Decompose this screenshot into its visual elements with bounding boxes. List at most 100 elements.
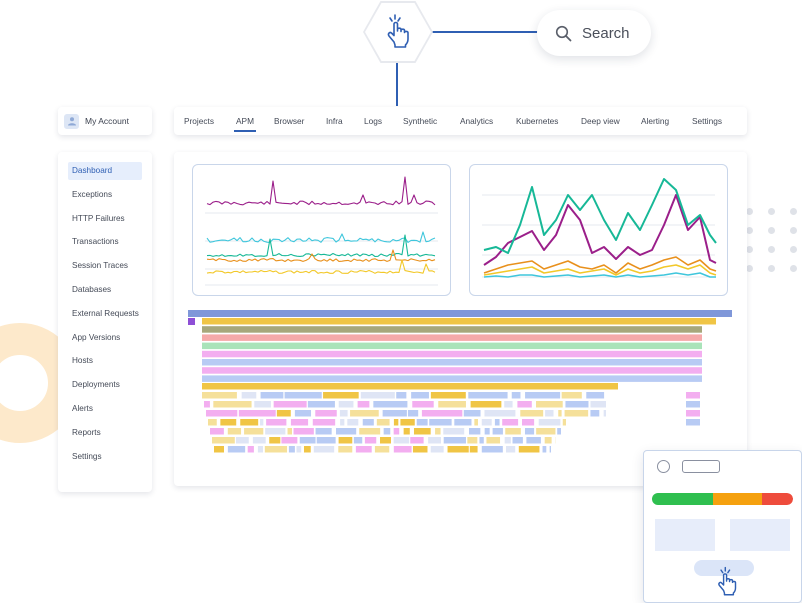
flame-frame[interactable]: [287, 428, 292, 435]
flame-frame[interactable]: [525, 392, 561, 399]
tab-deep-view[interactable]: Deep view: [581, 116, 620, 126]
flame-frame[interactable]: [316, 437, 336, 444]
flame-frame[interactable]: [260, 392, 284, 399]
flame-frame[interactable]: [536, 401, 563, 408]
flame-frame[interactable]: [353, 437, 363, 444]
flame-frame[interactable]: [474, 419, 478, 426]
flame-frame[interactable]: [429, 419, 452, 426]
tab-alerting[interactable]: Alerting: [641, 116, 669, 126]
flame-frame[interactable]: [238, 410, 276, 417]
sidebar-item-external-requests[interactable]: External Requests: [68, 305, 142, 323]
flame-frame[interactable]: [410, 437, 424, 444]
sidebar-item-dashboard[interactable]: Dashboard: [68, 162, 142, 180]
flame-frame[interactable]: [479, 437, 484, 444]
flame-frame[interactable]: [518, 446, 540, 453]
flame-frame[interactable]: [511, 392, 521, 399]
flame-frame[interactable]: [204, 401, 210, 408]
tab-settings[interactable]: Settings: [692, 116, 722, 126]
flame-frame[interactable]: [202, 326, 702, 333]
flame-frame[interactable]: [504, 437, 511, 444]
flame-frame[interactable]: [603, 410, 606, 417]
flame-frame[interactable]: [355, 446, 372, 453]
account-button[interactable]: My Account: [58, 107, 152, 135]
flame-frame[interactable]: [380, 437, 391, 444]
flame-frame[interactable]: [359, 428, 381, 435]
flame-frame[interactable]: [469, 446, 478, 453]
flame-frame[interactable]: [484, 428, 490, 435]
flame-frame[interactable]: [562, 419, 566, 426]
sidebar-item-databases[interactable]: Databases: [68, 281, 142, 299]
flame-frame[interactable]: [544, 437, 552, 444]
flame-frame[interactable]: [284, 392, 322, 399]
flame-frame[interactable]: [396, 392, 407, 399]
flame-frame[interactable]: [481, 419, 492, 426]
flame-frame[interactable]: [443, 437, 466, 444]
flame-frame[interactable]: [393, 437, 410, 444]
tab-browser[interactable]: Browser: [274, 116, 304, 126]
flame-frame[interactable]: [202, 318, 716, 325]
flame-frame[interactable]: [383, 428, 391, 435]
flame-frame[interactable]: [288, 446, 295, 453]
flame-frame[interactable]: [214, 446, 224, 453]
flame-frame[interactable]: [536, 428, 556, 435]
flame-frame[interactable]: [240, 419, 259, 426]
flame-frame[interactable]: [505, 446, 516, 453]
flame-frame[interactable]: [362, 419, 374, 426]
flame-frame[interactable]: [338, 437, 353, 444]
flame-frame[interactable]: [290, 419, 309, 426]
flame-frame[interactable]: [468, 392, 508, 399]
tab-logs[interactable]: Logs: [364, 116, 382, 126]
flame-frame[interactable]: [315, 428, 332, 435]
flame-frame[interactable]: [686, 401, 700, 408]
flame-frame[interactable]: [413, 428, 431, 435]
flame-frame[interactable]: [407, 410, 419, 417]
sidebar-item-transactions[interactable]: Transactions: [68, 233, 142, 251]
flame-frame[interactable]: [208, 419, 217, 426]
toggle-placeholder[interactable]: [682, 460, 720, 473]
tab-synthetic[interactable]: Synthetic: [403, 116, 437, 126]
flame-frame[interactable]: [686, 410, 700, 417]
flame-frame[interactable]: [339, 410, 348, 417]
flame-frame[interactable]: [545, 410, 554, 417]
flame-frame[interactable]: [202, 334, 702, 341]
flame-frame[interactable]: [494, 419, 500, 426]
flame-frame[interactable]: [307, 401, 335, 408]
flame-frame[interactable]: [252, 437, 266, 444]
flame-frame[interactable]: [220, 419, 237, 426]
tab-analytics[interactable]: Analytics: [460, 116, 493, 126]
flame-frame[interactable]: [364, 437, 377, 444]
flame-frame[interactable]: [549, 446, 551, 453]
flame-frame[interactable]: [393, 419, 399, 426]
sidebar-item-hosts[interactable]: Hosts: [68, 352, 142, 370]
flame-frame[interactable]: [206, 410, 238, 417]
flame-frame[interactable]: [360, 392, 395, 399]
flame-frame[interactable]: [416, 419, 428, 426]
flame-frame[interactable]: [276, 410, 291, 417]
flame-frame[interactable]: [505, 428, 521, 435]
flame-frame[interactable]: [504, 401, 513, 408]
flame-frame[interactable]: [421, 410, 463, 417]
flame-frame[interactable]: [564, 410, 589, 417]
flame-frame[interactable]: [202, 383, 618, 390]
flame-frame[interactable]: [590, 410, 600, 417]
tab-infra[interactable]: Infra: [326, 116, 343, 126]
tab-apm[interactable]: APM: [234, 116, 256, 132]
flame-frame[interactable]: [558, 410, 562, 417]
flame-frame[interactable]: [435, 428, 441, 435]
flame-frame[interactable]: [202, 350, 702, 358]
flame-frame[interactable]: [538, 419, 561, 426]
flame-frame[interactable]: [315, 410, 337, 417]
flame-frame[interactable]: [338, 401, 354, 408]
flame-frame[interactable]: [202, 392, 237, 399]
flame-frame[interactable]: [266, 419, 287, 426]
flame-frame[interactable]: [469, 428, 481, 435]
flame-frame[interactable]: [428, 437, 441, 444]
sidebar-item-reports[interactable]: Reports: [68, 424, 142, 442]
flame-frame[interactable]: [454, 419, 472, 426]
flame-frame[interactable]: [412, 446, 428, 453]
flame-frame[interactable]: [520, 410, 544, 417]
flame-frame[interactable]: [470, 401, 502, 408]
sidebar-item-http-failures[interactable]: HTTP Failures: [68, 210, 142, 228]
flame-frame[interactable]: [561, 392, 582, 399]
flame-frame[interactable]: [400, 419, 415, 426]
